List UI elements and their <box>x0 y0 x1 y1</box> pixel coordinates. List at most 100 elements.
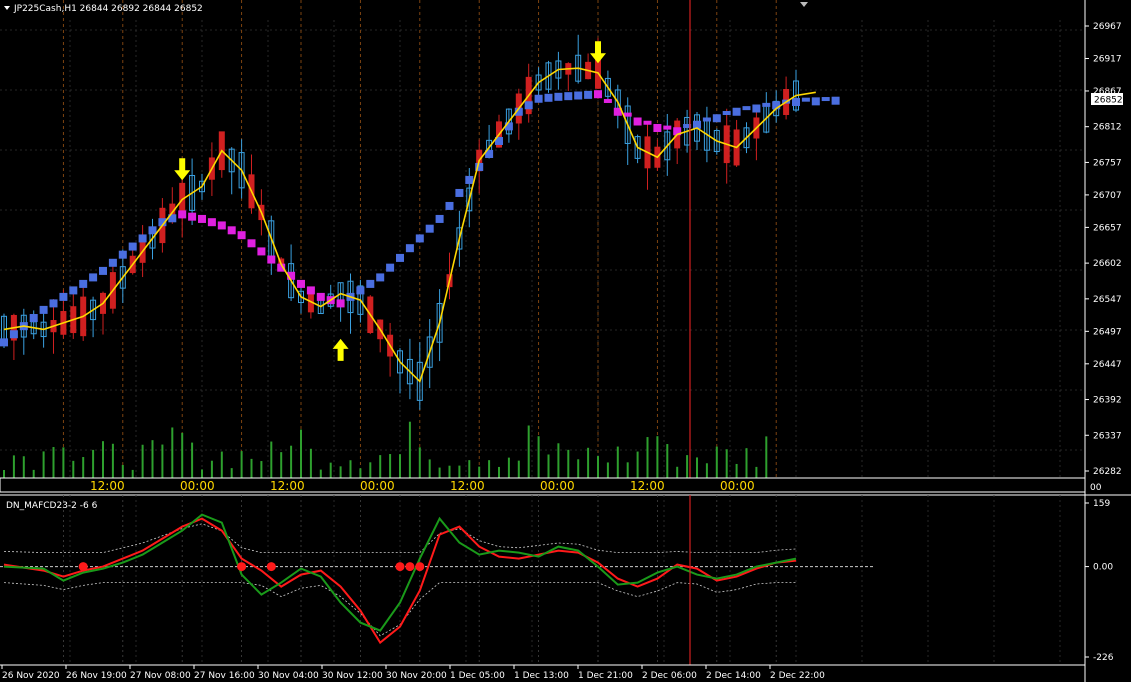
trend-block <box>227 226 236 235</box>
trend-block <box>178 210 187 219</box>
cross-dot <box>415 562 425 572</box>
trend-block <box>465 175 474 184</box>
trend-block <box>0 338 8 347</box>
time-tick-label: 1 Dec 21:00 <box>578 671 633 681</box>
trend-block <box>207 218 216 227</box>
indicator-tick-label: -226 <box>1093 653 1114 663</box>
trend-block <box>188 212 197 221</box>
mt4-chart[interactable]: 2696726917268672681226757267072665726602… <box>0 0 1131 682</box>
trend-block <box>732 107 741 116</box>
session-label: 00:00 <box>180 479 215 493</box>
trend-block <box>297 279 305 288</box>
trend-block <box>742 106 751 111</box>
price-tick-label: 26707 <box>1093 191 1122 201</box>
cross-dot <box>405 562 415 572</box>
trend-block <box>138 234 147 243</box>
trend-block <box>118 250 127 259</box>
indicator-tick-label: 159 <box>1093 499 1110 509</box>
trend-block <box>108 258 117 267</box>
trend-block <box>9 330 18 339</box>
session-strip: 12:00 00:00 12:00 00:00 12:00 00:00 12:00 00:00… <box>0 477 1102 493</box>
indicator-session-lines <box>63 495 777 665</box>
time-tick-label: 30 Nov 04:00 <box>258 671 319 681</box>
price-tick-label: 26602 <box>1093 259 1122 269</box>
price-tick-label: 26657 <box>1093 223 1122 233</box>
trend-block <box>811 97 820 106</box>
indicator-axis: 159 0.00 -226 <box>1085 499 1114 663</box>
trend-block <box>89 273 98 282</box>
trend-block <box>148 226 157 235</box>
price-tick-label: 26497 <box>1093 327 1122 337</box>
price-panel[interactable]: 2696726917268672681226757267072665726602… <box>0 0 1131 478</box>
cross-dot <box>237 562 247 572</box>
trend-block <box>702 117 711 122</box>
trend-block <box>198 214 206 223</box>
cross-dot <box>395 562 405 572</box>
time-axis: 26 Nov 2020 26 Nov 19:00 27 Nov 08:00 27 No… <box>0 664 1085 681</box>
trend-block <box>306 286 315 295</box>
trend-block <box>59 292 68 301</box>
trend-block <box>534 94 543 103</box>
trend-block <box>257 247 266 256</box>
price-tick-label: 26392 <box>1093 396 1122 406</box>
session-label: 12:00 <box>450 479 485 493</box>
time-tick-label: 1 Dec 13:00 <box>514 671 569 681</box>
indicator-tick-label: 0.00 <box>1093 563 1113 573</box>
trend-block <box>237 231 246 240</box>
session-label: 00:00 <box>720 479 755 493</box>
time-tick-label: 26 Nov 2020 <box>2 671 60 681</box>
trend-block <box>366 279 375 288</box>
trend-block <box>712 114 721 123</box>
trend-block <box>752 104 761 113</box>
session-label: 12:00 <box>270 479 305 493</box>
trend-block <box>445 201 454 210</box>
time-tick-label: 27 Nov 08:00 <box>130 671 191 681</box>
price-tick-label: 26757 <box>1093 158 1122 168</box>
window-title: JP225Cash,H1 26844 26892 26844 26852 <box>4 4 203 14</box>
time-tick-label: 2 Dec 06:00 <box>642 671 697 681</box>
trend-block <box>69 286 78 295</box>
cross-dot <box>78 562 88 572</box>
trend-block <box>79 279 88 288</box>
price-tick-label: 26337 <box>1093 431 1122 441</box>
trend-block <box>247 239 256 248</box>
session-label: 00:00 <box>540 479 575 493</box>
trend-block <box>128 242 137 251</box>
trend-block <box>396 253 404 262</box>
price-tick-label: 26967 <box>1093 22 1122 32</box>
trend-block <box>29 314 38 323</box>
time-tick-label: 27 Nov 16:00 <box>194 671 255 681</box>
trend-block <box>524 101 533 110</box>
trend-block <box>762 102 771 107</box>
trend-block <box>574 91 583 100</box>
trend-block <box>49 299 58 308</box>
session-label: 12:00 <box>630 479 665 493</box>
session-label: 00:00 <box>360 479 395 493</box>
time-tick-label: 1 Dec 05:00 <box>450 671 505 681</box>
trend-block <box>594 90 602 99</box>
trend-block <box>584 90 593 99</box>
osc-upper-band <box>3 523 797 553</box>
trend-block <box>336 299 345 308</box>
indicator-panel[interactable]: 159 0.00 -226 DN_MAFCD23-2 -6 6 <box>0 494 1131 665</box>
symbol-title: JP225Cash,H1 26844 26892 26844 26852 <box>13 4 203 14</box>
trend-block <box>792 98 800 107</box>
trend-block <box>633 117 642 126</box>
trend-block <box>435 214 444 223</box>
trend-block <box>564 92 573 101</box>
trend-block <box>376 273 385 282</box>
trend-block <box>653 123 662 132</box>
trend-block <box>663 125 672 130</box>
time-tick-label: 26 Nov 19:00 <box>66 671 127 681</box>
session-label: 12:00 <box>90 479 125 493</box>
trend-block <box>554 92 563 101</box>
time-tick-label: 2 Dec 14:00 <box>706 671 761 681</box>
price-tick-label: 26447 <box>1093 360 1122 370</box>
trend-block <box>425 224 434 233</box>
trend-block <box>356 286 365 295</box>
time-tick-label: 2 Dec 22:00 <box>770 671 825 681</box>
trend-block <box>623 112 632 117</box>
trend-block <box>455 188 464 197</box>
indicator-title: DN_MAFCD23-2 -6 6 <box>6 501 98 511</box>
trend-block <box>415 234 424 243</box>
